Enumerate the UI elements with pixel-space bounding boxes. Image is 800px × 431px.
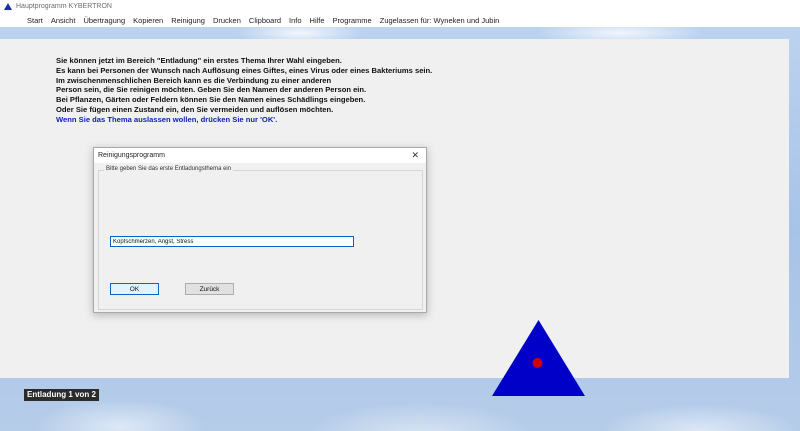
triangle-graphic xyxy=(492,320,585,396)
input-groupbox: Bitte geben Sie das erste Entladungsthem… xyxy=(98,166,423,310)
close-icon[interactable]: ✕ xyxy=(408,150,422,161)
instruction-line: Es kann bei Personen der Wunsch nach Auf… xyxy=(56,65,433,75)
menu-drucken[interactable]: Drucken xyxy=(209,16,245,25)
menu-zugelassen[interactable]: Zugelassen für: Wyneken und Jubin xyxy=(376,16,504,25)
menu-ansicht[interactable]: Ansicht xyxy=(47,16,80,25)
menu-hilfe[interactable]: Hilfe xyxy=(306,16,329,25)
app-triangle-icon xyxy=(4,3,12,10)
blue-triangle xyxy=(492,320,585,396)
menu-kopieren[interactable]: Kopieren xyxy=(129,16,167,25)
instruction-line: Oder Sie fügen einen Zustand ein, den Si… xyxy=(56,104,334,114)
menu-bar: Start Ansicht Übertragung Kopieren Reini… xyxy=(0,13,800,27)
instruction-line: Sie können jetzt im Bereich "Entladung" … xyxy=(56,56,342,65)
menu-start[interactable]: Start xyxy=(23,16,47,25)
window-titlebar: Hauptprogramm KYBERTRON xyxy=(0,0,800,13)
dialog-title: Reinigungsprogramm xyxy=(98,152,165,159)
ok-button[interactable]: OK xyxy=(110,283,159,295)
groupbox-label: Bitte geben Sie das erste Entladungsthem… xyxy=(104,166,234,172)
instruction-line: Bei Pflanzen, Gärten oder Feldern können… xyxy=(56,95,366,105)
menu-programme[interactable]: Programme xyxy=(329,16,376,25)
menu-info[interactable]: Info xyxy=(285,16,306,25)
instruction-line: Person sein, die Sie reinigen möchten. G… xyxy=(56,85,367,95)
menu-uebertragung[interactable]: Übertragung xyxy=(79,16,129,25)
menu-clipboard[interactable]: Clipboard xyxy=(245,16,285,25)
window-title: Hauptprogramm KYBERTRON xyxy=(16,3,112,10)
instructions-text: Sie können jetzt im Bereich "Entladung" … xyxy=(56,56,576,125)
theme-input[interactable] xyxy=(110,236,354,247)
menu-reinigung[interactable]: Reinigung xyxy=(167,16,209,25)
back-button[interactable]: Zurück xyxy=(185,283,234,295)
dialog-titlebar: Reinigungsprogramm ✕ xyxy=(94,148,426,163)
status-label: Entladung 1 von 2 xyxy=(24,389,99,401)
instruction-line: Im zwischenmenschlichen Bereich kann es … xyxy=(56,75,332,85)
triangle-svg xyxy=(492,320,585,396)
red-dot xyxy=(532,358,543,368)
reinigung-dialog: Reinigungsprogramm ✕ Bitte geben Sie das… xyxy=(93,147,427,313)
instruction-highlight: Wenn Sie das Thema auslassen wollen, drü… xyxy=(56,114,278,124)
